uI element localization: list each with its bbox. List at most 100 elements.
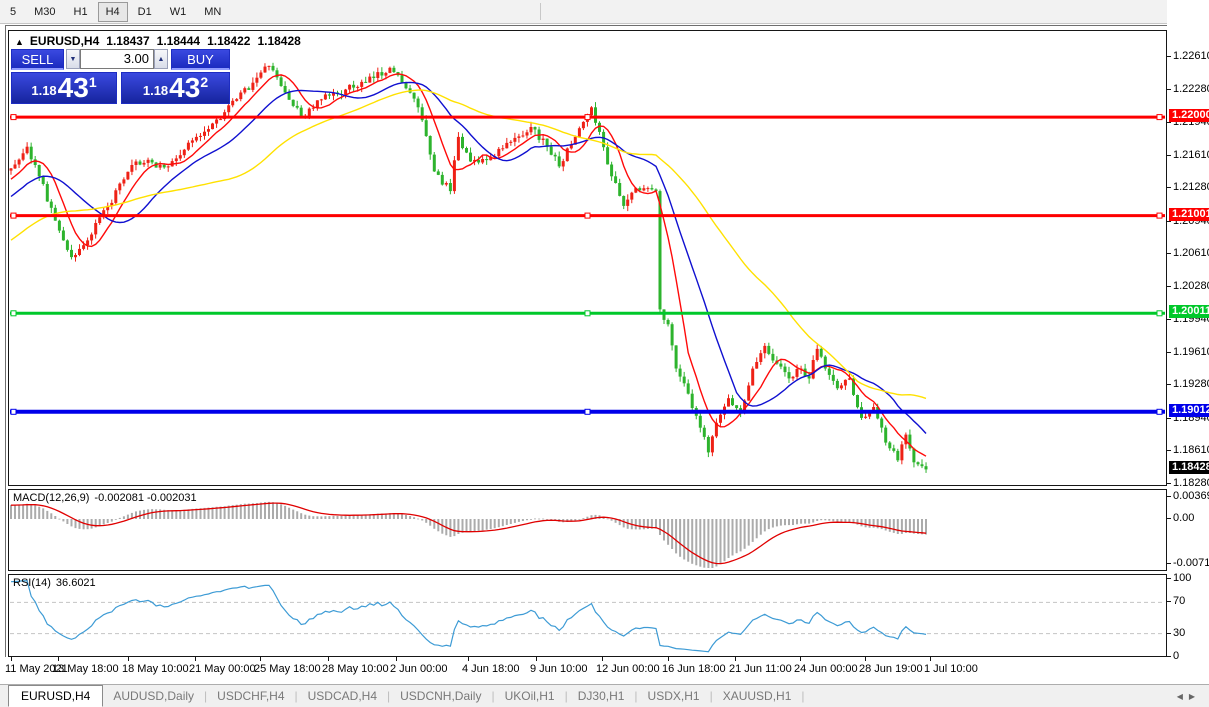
volume-increase-button[interactable]: ▲ (154, 49, 168, 69)
rsi-tick-mark (1167, 656, 1171, 657)
price-tick-mark (1167, 418, 1171, 419)
time-tick-label: 21 May 00:00 (189, 663, 256, 675)
price-tick-label: 1.21280 (1173, 181, 1209, 193)
hline-handle[interactable] (11, 311, 16, 316)
chart-tab-USDX-H1[interactable]: USDX,H1 (638, 686, 710, 706)
hline-handle[interactable] (11, 115, 16, 120)
time-tick-mark (396, 657, 397, 661)
rsi-tick-label: 0 (1173, 650, 1179, 662)
rsi-chart-canvas[interactable] (9, 575, 1166, 656)
hline-price-label: 1.20011 (1169, 305, 1209, 318)
rsi-title: RSI(14)36.6021 (13, 577, 101, 589)
chart-symbol-period: EURUSD,H4 (30, 34, 99, 48)
timeframe-H4[interactable]: H4 (98, 2, 128, 22)
main-chart-panel[interactable]: ▲ EURUSD,H4 1.18437 1.18444 1.18422 1.18… (8, 30, 1167, 486)
tab-scroll-left-icon[interactable]: ◀ (1177, 692, 1189, 701)
time-tick-label: 21 Jun 11:00 (729, 663, 792, 675)
macd-tick-mark (1167, 496, 1171, 497)
price-tick-mark (1167, 450, 1171, 451)
time-tick-mark (195, 657, 196, 661)
timeframe-5[interactable]: 5 (2, 2, 24, 22)
price-tick-mark (1167, 384, 1171, 385)
sell-button[interactable]: SELL (11, 49, 64, 70)
price-scale[interactable]: 1.226101.222801.219401.216101.212801.209… (1167, 0, 1209, 683)
rsi-indicator-panel[interactable]: RSI(14)36.6021 (8, 574, 1167, 657)
timeframe-M30[interactable]: M30 (26, 2, 63, 22)
chart-tab-USDCNH-Daily[interactable]: USDCNH,Daily (390, 686, 491, 706)
hline-price-label: 1.21001 (1169, 208, 1209, 221)
macd-tick-mark (1167, 563, 1171, 564)
hline-handle[interactable] (11, 213, 16, 218)
ohlc-close: 1.18428 (257, 34, 300, 48)
tab-scroll-arrows[interactable]: ◀▶ (1177, 692, 1201, 701)
chevron-down-icon: ▼ (70, 56, 77, 63)
tab-scroll-right-icon[interactable]: ▶ (1189, 692, 1201, 701)
price-direction-up-icon: ▲ (15, 37, 24, 47)
time-tick-mark (128, 657, 129, 661)
time-scale[interactable]: 11 May 202113 May 18:0018 May 10:0021 Ma… (0, 657, 1167, 683)
timeframe-H1[interactable]: H1 (66, 2, 96, 22)
time-tick-label: 28 Jun 19:00 (859, 663, 923, 675)
rsi-tick-mark (1167, 633, 1171, 634)
hline-handle[interactable] (1157, 311, 1162, 316)
chart-tab-XAUUSD-H1[interactable]: XAUUSD,H1 (713, 686, 802, 706)
chart-header: ▲ EURUSD,H4 1.18437 1.18444 1.18422 1.18… (15, 34, 308, 48)
chart-tab-DJ30-H1[interactable]: DJ30,H1 (568, 686, 635, 706)
time-tick-mark (865, 657, 866, 661)
time-tick-label: 25 May 18:00 (254, 663, 321, 675)
price-tick-mark (1167, 221, 1171, 222)
hline-handle[interactable] (1157, 213, 1162, 218)
toolbar-separator (540, 3, 541, 20)
ohlc-low: 1.18422 (207, 34, 250, 48)
macd-tick-label: -0.007187 (1173, 557, 1209, 569)
one-click-trading-panel: SELL ▼ 3.00 ▲ BUY 1.18431 1.18432 (11, 47, 230, 104)
ma-8-line[interactable] (11, 74, 926, 456)
hline-handle[interactable] (1157, 115, 1162, 120)
buy-price-big: 43 (169, 75, 200, 101)
sell-price-prefix: 1.18 (31, 83, 56, 98)
time-tick-label: 24 Jun 00:00 (794, 663, 858, 675)
hline-handle[interactable] (585, 115, 590, 120)
ma-50-line[interactable] (11, 90, 926, 398)
time-tick-label: 1 Jul 10:00 (924, 663, 978, 675)
chart-tab-UKOil-H1[interactable]: UKOil,H1 (495, 686, 565, 706)
time-tick-label: 13 May 18:00 (52, 663, 119, 675)
chart-tab-EURUSD-H4[interactable]: EURUSD,H4 (8, 685, 103, 707)
chart-tab-bar: EURUSD,H4AUDUSD,Daily|USDCHF,H4|USDCAD,H… (0, 684, 1209, 707)
rsi-line (11, 581, 926, 652)
chart-tab-USDCHF-H4[interactable]: USDCHF,H4 (207, 686, 294, 706)
macd-tick-label: 0.00 (1173, 512, 1194, 524)
hline-handle[interactable] (11, 409, 16, 414)
macd-indicator-panel[interactable]: MACD(12,26,9)-0.002081 -0.002031 (8, 489, 1167, 571)
rsi-tick-label: 70 (1173, 595, 1185, 607)
chart-tab-USDCAD-H4[interactable]: USDCAD,H4 (298, 686, 387, 706)
hline-handle[interactable] (585, 409, 590, 414)
time-tick-mark (260, 657, 261, 661)
ohlc-open: 1.18437 (106, 34, 149, 48)
price-tick-mark (1167, 56, 1171, 57)
price-tick-mark (1167, 155, 1171, 156)
macd-tick-mark (1167, 518, 1171, 519)
time-tick-mark (930, 657, 931, 661)
rsi-tick-label: 100 (1173, 572, 1191, 584)
timeframe-W1[interactable]: W1 (162, 2, 195, 22)
volume-decrease-button[interactable]: ▼ (66, 49, 80, 69)
sell-price-display[interactable]: 1.18431 (11, 72, 117, 104)
time-tick-mark (735, 657, 736, 661)
buy-price-display[interactable]: 1.18432 (121, 72, 230, 104)
timeframe-MN[interactable]: MN (196, 2, 229, 22)
hline-handle[interactable] (1157, 409, 1162, 414)
hline-handle[interactable] (585, 213, 590, 218)
price-tick-mark (1167, 483, 1171, 484)
price-tick-label: 1.19610 (1173, 346, 1209, 358)
macd-tick-label: 0.003697 (1173, 490, 1209, 502)
volume-input[interactable]: 3.00 (80, 49, 154, 69)
timeframe-D1[interactable]: D1 (130, 2, 160, 22)
hline-handle[interactable] (585, 311, 590, 316)
current-price-label: 1.18428 (1169, 461, 1209, 474)
buy-button[interactable]: BUY (171, 49, 230, 70)
tab-separator: | (801, 689, 804, 703)
price-tick-label: 1.18280 (1173, 477, 1209, 489)
chart-tab-AUDUSD-Daily[interactable]: AUDUSD,Daily (103, 686, 204, 706)
price-tick-label: 1.19280 (1173, 378, 1209, 390)
